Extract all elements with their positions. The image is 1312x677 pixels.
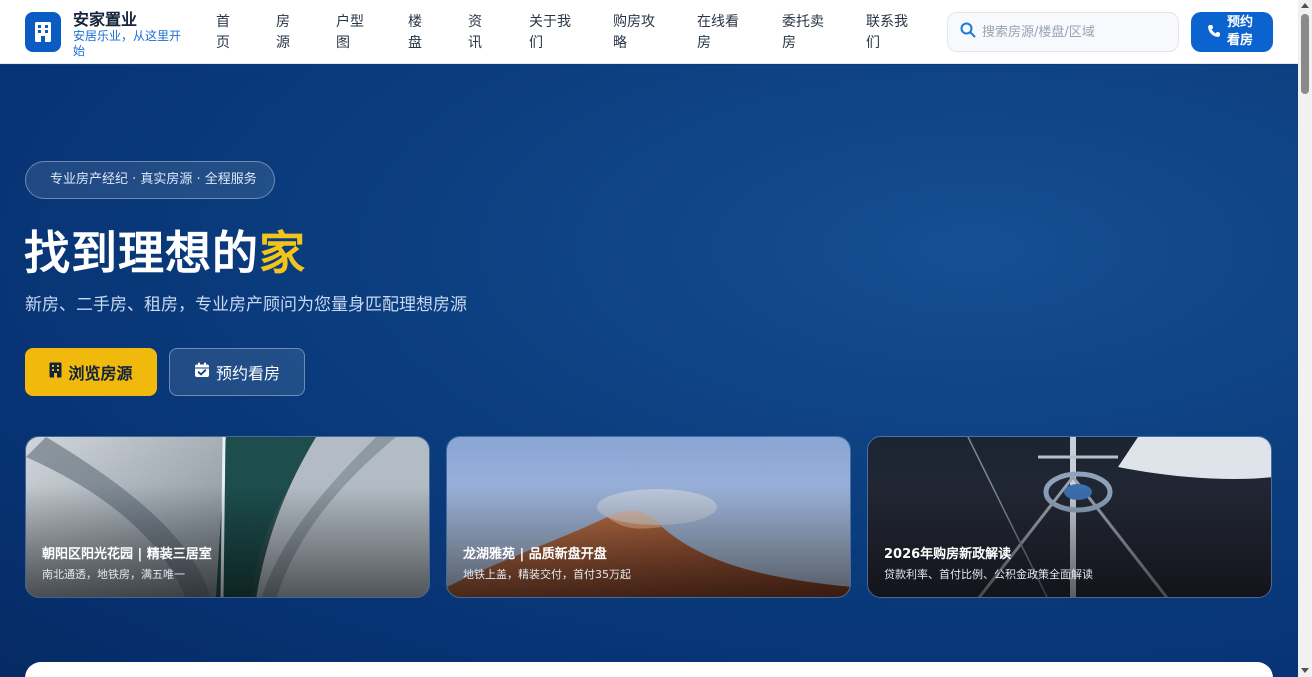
building-icon [49,362,62,382]
scroll-down-arrow-icon[interactable] [1301,668,1309,673]
browse-listings-button[interactable]: 浏览房源 [25,348,157,396]
card-2-title: 龙湖雅苑 | 品质新盘开盘 [463,547,607,562]
nav-item-sell[interactable]: 委托卖房 [782,12,824,54]
header-book-viewing-button[interactable]: 预约 看房 [1191,12,1273,52]
card-2-subtitle: 地铁上盖，精装交付，首付35万起 [463,568,631,581]
search-box[interactable] [947,12,1179,52]
brand-name[interactable]: 安家置业 [73,6,137,30]
card-1-title: 朝阳区阳光花园 | 精装三居室 [42,547,212,562]
phone-icon [1207,23,1221,42]
search-icon [960,22,976,42]
nav-item-contact[interactable]: 联系我们 [866,12,908,54]
hero-title: 找到理想的家 [24,226,306,280]
nav-item-about[interactable]: 关于我们 [529,12,571,54]
card-3-title: 2026年购房新政解读 [884,547,1012,562]
calendar-check-icon [194,362,210,382]
hero-subtitle: 新房、二手房、租房，专业房产顾问为您量身匹配理想房源 [25,295,467,315]
hero-section: 专业房产经纪 · 真实房源 · 全程服务 找到理想的家 新房、二手房、租房，专业… [0,65,1298,677]
scroll-up-arrow-icon[interactable] [1301,3,1309,8]
book-viewing-button[interactable]: 预约看房 [169,348,305,396]
content-panel-top [25,662,1273,677]
card-3-subtitle: 贷款利率、首付比例、公积金政策全面解读 [884,568,1093,581]
featured-card-2[interactable]: 龙湖雅苑 | 品质新盘开盘 地铁上盖，精装交付，首付35万起 [446,436,851,598]
page-scrollbar[interactable] [1298,0,1312,677]
featured-card-1[interactable]: 朝阳区阳光花园 | 精装三居室 南北通透，地铁房，满五唯一 [25,436,430,598]
nav-item-online-tour[interactable]: 在线看房 [697,12,739,54]
nav-item-home[interactable]: 首页 [216,12,230,54]
nav-item-listings[interactable]: 房源 [276,12,290,54]
featured-card-3[interactable]: 2026年购房新政解读 贷款利率、首付比例、公积金政策全面解读 [867,436,1272,598]
nav-item-projects[interactable]: 楼盘 [408,12,422,54]
nav-item-news[interactable]: 资讯 [468,12,482,54]
nav-item-guide[interactable]: 购房攻略 [613,12,655,54]
nav-item-floor-plans[interactable]: 户型图 [336,12,364,54]
hero-title-highlight: 家 [259,226,306,280]
building-logo-icon[interactable] [25,12,61,52]
search-input[interactable] [982,24,1172,40]
hero-badge: 专业房产经纪 · 真实房源 · 全程服务 [25,161,275,199]
scrollbar-thumb[interactable] [1301,14,1309,94]
card-1-subtitle: 南北通透，地铁房，满五唯一 [42,568,185,581]
brand-tagline: 安居乐业，从这里开始 [73,29,182,58]
site-header: 安家置业 安居乐业，从这里开始 首页 房源 户型图 楼盘 资讯 关于我们 购房攻… [0,0,1298,64]
